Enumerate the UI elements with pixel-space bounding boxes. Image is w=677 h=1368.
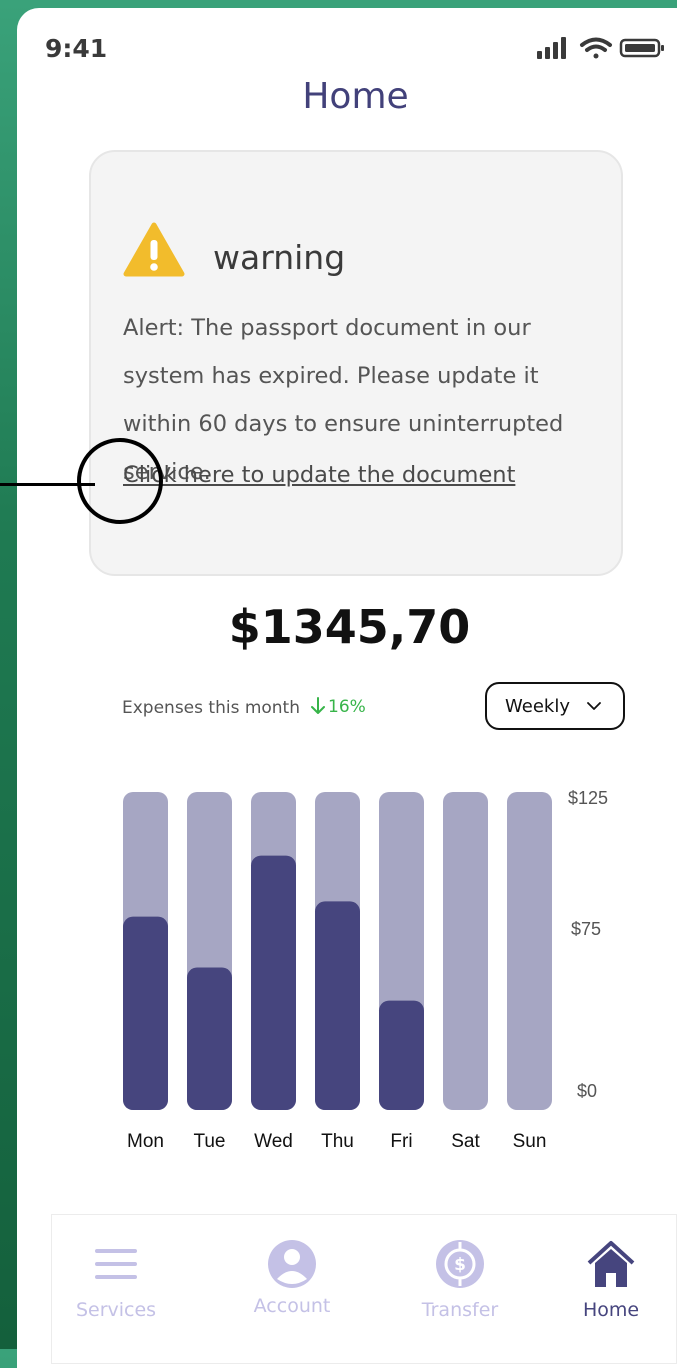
- warning-icon: [123, 222, 185, 277]
- battery-icon: [619, 38, 664, 58]
- x-tick-sat: Sat: [451, 1131, 480, 1152]
- x-tick-mon: Mon: [127, 1131, 164, 1152]
- arrow-down-icon: [311, 697, 325, 714]
- home-icon: [587, 1241, 635, 1287]
- period-dropdown[interactable]: Weekly: [485, 682, 625, 730]
- balance-amount: $1345,70: [228, 600, 471, 654]
- bar-track-sun: [507, 792, 552, 1110]
- expenses-label: Expenses this month: [122, 698, 301, 718]
- status-icons: [537, 37, 664, 59]
- bottom-nav: Services Account $ Transfer Home: [51, 1214, 677, 1364]
- x-tick-tue: Tue: [193, 1131, 225, 1152]
- svg-text:$: $: [454, 1255, 466, 1275]
- expenses-change-value: 16%: [328, 697, 366, 717]
- expenses-change: 16%: [311, 697, 366, 717]
- status-time: 9:41: [45, 34, 108, 63]
- alert-title: warning: [213, 238, 346, 277]
- callout-circle: [77, 438, 163, 524]
- menu-icon: [95, 1249, 137, 1279]
- nav-transfer[interactable]: $ Transfer: [390, 1215, 530, 1365]
- bar-wed: [251, 855, 296, 1110]
- bar-track-sat: [443, 792, 488, 1110]
- bar-mon: [123, 916, 168, 1110]
- page-title: Home: [302, 76, 409, 117]
- period-value: Weekly: [505, 695, 570, 717]
- expenses-chart: Mon Tue Wed Thu Fri Sat Sun $125 $75 $0: [117, 784, 637, 1156]
- y-tick-0: $0: [577, 1081, 598, 1101]
- transfer-icon: $: [436, 1240, 484, 1288]
- signal-icon: [537, 37, 566, 59]
- nav-home[interactable]: Home: [541, 1215, 677, 1365]
- x-tick-wed: Wed: [254, 1131, 293, 1152]
- x-tick-sun: Sun: [513, 1131, 547, 1152]
- nav-label-home: Home: [582, 1299, 640, 1321]
- update-document-link[interactable]: Click here to update the document: [123, 462, 515, 488]
- bar-thu: [315, 901, 360, 1110]
- y-tick-75: $75: [571, 919, 602, 939]
- x-tick-thu: Thu: [321, 1131, 354, 1152]
- bar-chart: Mon Tue Wed Thu Fri Sat Sun: [123, 792, 552, 1152]
- wifi-icon: [580, 37, 612, 59]
- nav-label-transfer: Transfer: [421, 1299, 499, 1321]
- bar-tue: [187, 967, 232, 1110]
- bar-fri: [379, 1000, 424, 1110]
- y-tick-125: $125: [568, 788, 609, 808]
- nav-account[interactable]: Account: [222, 1215, 362, 1365]
- x-tick-fri: Fri: [390, 1131, 412, 1152]
- user-icon: [268, 1240, 316, 1288]
- nav-label-services: Services: [75, 1299, 157, 1321]
- chevron-down-icon: [587, 702, 601, 710]
- alert-card: warning Alert: The passport document in …: [89, 150, 623, 576]
- nav-label-account: Account: [253, 1295, 331, 1317]
- phone-screen: 9:41 Home warning Alert: The passport do…: [0, 8, 677, 1368]
- nav-services[interactable]: Services: [46, 1215, 186, 1365]
